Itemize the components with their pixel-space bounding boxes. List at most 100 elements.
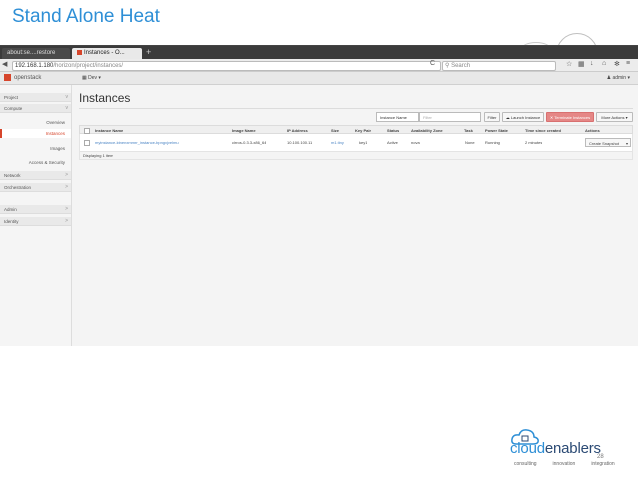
trash-icon: ✕ [549,115,554,120]
sidebar-item-compute[interactable]: Compute v [0,104,71,113]
browser-window: about:se....restore Instances - O... + ◀… [0,45,638,346]
sidebar-item-network[interactable]: Network > [0,171,71,180]
chevron-down-icon: v [65,105,69,111]
search-placeholder: Search [451,63,471,69]
chevron-down-icon: v [65,94,69,100]
ip-address-cell: 10.100.100.11 [287,140,313,145]
chevron-down-icon: ▾ [98,75,101,81]
table-header-row: Instance Name Image Name IP Address Size… [79,125,633,134]
addon-icon[interactable]: ✻ [614,60,620,68]
task-cell: None [465,140,475,145]
openstack-logo[interactable]: openstack [4,74,41,82]
tab-label: Instances - O... [84,50,125,56]
url-field[interactable]: 192.168.1.180/horizon/project/instances/ [12,61,441,71]
url-host: 192.168.1.180 [15,63,54,69]
chevron-right-icon: > [65,206,68,212]
slide-title: Stand Alone Heat [12,6,160,27]
sidebar-item-access-security[interactable]: Access & Security [0,158,71,167]
key-pair-cell: key1 [359,140,368,145]
user-icon: ♟ [606,75,612,81]
sidebar-item-admin[interactable]: Admin > [0,205,71,214]
image-name-cell: cirros-0.3.3-x86_64 [232,140,267,145]
button-label: Create Snapshot [589,141,620,146]
project-selector[interactable]: ▦ Dev ▾ [82,74,101,82]
brand-name: cloudenablers [510,440,601,457]
instance-name-link[interactable]: myinstance-ktnenxmmrr_instance-bpngxjvel… [95,134,179,152]
chevron-down-icon[interactable]: ▾ [626,139,628,148]
reload-icon[interactable]: C [430,60,435,67]
button-label: Launch Instance [510,115,541,120]
sidebar: Project v Compute v Overview Instances Ima… [0,85,72,346]
size-link[interactable]: m1.tiny [331,134,344,152]
create-snapshot-button[interactable]: Create Snapshot ▾ [585,138,631,147]
chevron-right-icon: > [65,218,68,224]
chevron-right-icon: > [65,172,68,178]
table-row: myinstance-ktnenxmmrr_instance-bpngxjvel… [79,134,633,152]
project-name: Dev [88,75,98,81]
sidebar-item-identity[interactable]: Identity > [0,217,71,226]
tagline-word: integration [591,461,615,467]
cloudenablers-logo: cloudenablers consulting innovation integr… [510,429,635,474]
sidebar-item-images[interactable]: Images [0,144,71,153]
openstack-logo-icon [4,74,11,81]
tagline-word: consulting [514,461,537,467]
page-title: Instances [79,91,131,105]
back-arrow-icon[interactable]: ◀ [2,60,7,68]
sidebar-item-label: Compute [4,106,23,111]
url-path: /horizon/project/instances/ [53,63,124,69]
new-tab-button[interactable]: + [146,46,151,59]
search-icon: ⚲ [445,63,450,69]
button-label: Terminate Instances [554,115,591,120]
brand-tagline: consulting innovation integration [514,461,615,467]
reading-list-icon[interactable]: ▦ [578,60,585,68]
power-state-cell: Running [485,140,500,145]
item-count: Displaying 1 item [83,153,114,158]
table-footer: Displaying 1 item [79,152,633,160]
cloud-upload-icon: ☁ [505,115,510,120]
more-actions-button[interactable]: More Actions ▾ [596,112,633,122]
terminate-instances-button[interactable]: ✕ Terminate Instances [546,112,594,122]
sidebar-item-label: Admin [4,207,17,212]
browser-search-input[interactable]: ⚲ Search [442,61,556,71]
status-cell: Active [387,140,398,145]
time-since-created-cell: 2 minutes [525,140,543,145]
browser-tab-instances[interactable]: Instances - O... [72,48,142,59]
chevron-down-icon: ▾ [625,115,628,120]
browser-tab-restore[interactable]: about:se....restore [2,48,70,59]
bookmark-star-icon[interactable]: ☆ [566,60,572,68]
logo-text: openstack [14,75,42,82]
tagline-word: innovation [552,461,576,467]
sidebar-item-label: Identity [4,219,19,224]
button-label: More Actions [601,115,625,120]
page-number: 28 [597,454,604,460]
chevron-down-icon: ▾ [627,75,630,81]
availability-zone-cell: nova [411,140,420,145]
sidebar-item-orchestration[interactable]: Orchestration > [0,183,71,192]
home-icon[interactable]: ⌂ [602,60,606,67]
download-icon[interactable]: ↓ [590,60,594,67]
browser-toolbar: ◀ 192.168.1.180/horizon/project/instance… [0,59,638,72]
brand-name-part: enablers [544,440,601,457]
launch-instance-button[interactable]: ☁ Launch Instance [502,112,544,122]
filter-button[interactable]: Filter [484,112,500,122]
row-checkbox[interactable] [84,134,90,152]
sidebar-item-label: Orchestration [4,185,32,190]
openstack-header: openstack ▦ Dev ▾ ♟ admin ▾ [0,72,638,85]
grid-icon: ▦ [82,75,87,81]
browser-tabbar: about:se....restore Instances - O... + [0,46,638,59]
sidebar-item-label: Network [4,173,21,178]
user-menu[interactable]: ♟ admin ▾ [607,74,630,82]
openstack-favicon-icon [77,49,82,55]
sidebar-item-overview[interactable]: Overview [0,118,71,127]
tab-label: about:se....restore [7,50,56,56]
filter-field-select[interactable]: Instance Name [376,112,419,122]
sidebar-item-label: Project [4,95,19,100]
user-name: admin [612,75,627,81]
chevron-right-icon: > [65,184,68,190]
divider [79,108,633,109]
filter-input[interactable]: Filter [419,112,481,122]
brand-name-part: cloud [510,440,545,457]
menu-icon[interactable]: ≡ [626,60,630,67]
sidebar-item-project[interactable]: Project v [0,93,71,102]
sidebar-item-instances[interactable]: Instances [0,129,71,138]
